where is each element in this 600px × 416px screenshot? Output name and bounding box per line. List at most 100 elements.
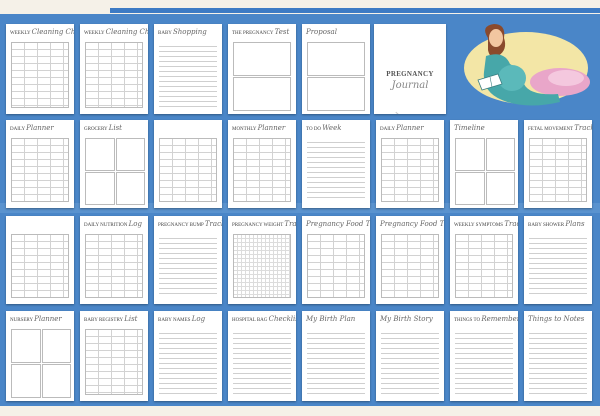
table-grid xyxy=(11,138,69,202)
section-box xyxy=(11,364,41,398)
page-title: Things to Notes xyxy=(528,315,588,323)
page-title-script: Tracker xyxy=(504,220,518,228)
page-title-script: Log xyxy=(128,220,142,228)
page-title-prefix: BABY xyxy=(158,31,173,36)
section-box xyxy=(485,172,515,205)
planner-page-thumbnail: BABY NAMES Log xyxy=(154,311,222,401)
page-title-script: Log xyxy=(191,315,206,323)
planner-page-thumbnail: MONTHLY Planner xyxy=(228,120,296,208)
page-title-prefix: WEEKLY xyxy=(10,31,32,36)
section-box xyxy=(307,42,365,76)
section-box xyxy=(485,138,515,171)
page-title: Pregnancy Food Tracker xyxy=(380,220,444,228)
page-title: My Birth Plan xyxy=(306,315,366,323)
cover-subtitle: Journal xyxy=(391,80,429,91)
page-title-script: Week xyxy=(322,124,342,132)
planner-page-thumbnail: DAILY Planner xyxy=(6,120,74,208)
page-title-prefix: NURSERY xyxy=(10,318,35,323)
page-title-prefix: WEEKLY xyxy=(84,31,106,36)
table-grid xyxy=(85,329,143,395)
planner-page-thumbnail: Pregnancy Food Tracker xyxy=(302,216,370,304)
page-title-script: List xyxy=(124,315,138,323)
page-title: BABY NAMES Log xyxy=(158,315,218,323)
page-title-script: Proposal xyxy=(306,28,337,36)
fine-grid xyxy=(233,234,291,298)
planner-page-thumbnail: Timeline xyxy=(450,120,518,208)
page-title-script: Tracker xyxy=(574,124,592,132)
page-title: WEEKLY Cleaning Checklist xyxy=(10,28,74,36)
page-title: PREGNANCY WEIGHT Tracker xyxy=(232,220,296,228)
section-box xyxy=(233,42,291,76)
page-title-script: My Birth Story xyxy=(380,315,433,323)
planner-page-thumbnail: PREGNANCY BUMP Tracker xyxy=(154,216,222,304)
planner-page-thumbnail: My Birth Story xyxy=(376,311,444,401)
section-box xyxy=(85,172,115,205)
page-title: DAILY NUTRITION Log xyxy=(84,220,144,228)
planner-page-thumbnail: HOSPITAL BAG Checklist xyxy=(228,311,296,401)
page-title: BABY SHOWER Plans xyxy=(528,220,588,228)
planner-page-thumbnail: Things to Notes xyxy=(524,311,592,401)
section-box xyxy=(11,329,41,363)
page-title-prefix: GROCERY xyxy=(84,127,109,132)
page-title-prefix: DAILY xyxy=(380,127,397,132)
planner-page-thumbnail: WEEKLY SYMPTOMS Tracker xyxy=(450,216,518,304)
planner-page-thumbnail: FETAL MOVEMENT Tracker xyxy=(524,120,592,208)
planner-page-thumbnail: PREGNANCY WEIGHT Tracker xyxy=(228,216,296,304)
page-title-script: Tracker xyxy=(284,220,296,228)
ruled-lines xyxy=(307,138,365,202)
section-box xyxy=(233,77,291,111)
table-grid xyxy=(381,138,439,202)
page-title: BABY REGISTRY List xyxy=(84,315,144,323)
page-title-prefix: BABY NAMES xyxy=(158,318,192,323)
ruled-lines xyxy=(159,329,217,395)
page-title: DAILY Planner xyxy=(380,124,440,132)
planner-page-thumbnail: NURSERY Planner xyxy=(6,311,74,401)
section-box xyxy=(115,172,145,205)
page-title-prefix: HOSPITAL BAG xyxy=(232,318,269,323)
cover-page: PREGNANCY Journal xyxy=(374,24,446,114)
page-title: BABY Shopping xyxy=(158,28,218,36)
planner-page-thumbnail: DAILY Planner xyxy=(376,120,444,208)
section-box xyxy=(41,364,71,398)
page-title-script: Timeline xyxy=(454,124,485,132)
planner-page-thumbnail: WEEKLY Cleaning Checklist xyxy=(80,24,148,114)
ruled-lines xyxy=(381,329,439,395)
planner-page-thumbnail: WEEKLY Cleaning Checklist xyxy=(6,24,74,114)
page-title-script: Pregnancy Food Tracker xyxy=(380,220,444,228)
page-title: THINGS TO Remember xyxy=(454,315,518,323)
section-box xyxy=(85,138,115,171)
page-title-script: Remember xyxy=(481,315,518,323)
table-grid xyxy=(85,42,143,108)
table-grid xyxy=(307,234,365,298)
planner-page-thumbnail: BABY Shopping xyxy=(154,24,222,114)
table-grid xyxy=(11,42,69,108)
page-title-prefix: THE PREGNANCY xyxy=(232,31,275,36)
table-grid xyxy=(85,234,143,298)
page-title: THE PREGNANCY Test xyxy=(232,28,292,36)
page-title: DAILY Planner xyxy=(10,124,70,132)
planner-page-thumbnail: My Birth Plan xyxy=(302,311,370,401)
planner-page-thumbnail: BABY REGISTRY List xyxy=(80,311,148,401)
page-title-script: Checklist xyxy=(268,315,296,323)
planner-page-thumbnail: BABY SHOWER Plans xyxy=(524,216,592,304)
page-title: Proposal xyxy=(306,28,366,36)
table-grid xyxy=(159,138,217,202)
section-box xyxy=(41,329,71,363)
page-title: Timeline xyxy=(454,124,514,132)
page-title: WEEKLY Cleaning Checklist xyxy=(84,28,148,36)
ruled-lines xyxy=(159,42,217,108)
pregnant-woman-reading-icon xyxy=(464,24,590,106)
page-title-prefix: BABY REGISTRY xyxy=(84,318,125,323)
page-title-script: Things to Notes xyxy=(528,315,585,323)
ruled-lines xyxy=(529,234,587,298)
section-box xyxy=(455,172,485,205)
table-grid xyxy=(529,138,587,202)
page-title-prefix: TO DO xyxy=(306,127,323,132)
page-title-prefix: DAILY xyxy=(10,127,27,132)
ruled-lines xyxy=(455,329,513,395)
ruled-lines xyxy=(307,329,365,395)
planner-page-thumbnail: THINGS TO Remember xyxy=(450,311,518,401)
planner-page-thumbnail: GROCERY List xyxy=(80,120,148,208)
page-title-script: Planner xyxy=(396,124,424,132)
page-title: GROCERY List xyxy=(84,124,144,132)
